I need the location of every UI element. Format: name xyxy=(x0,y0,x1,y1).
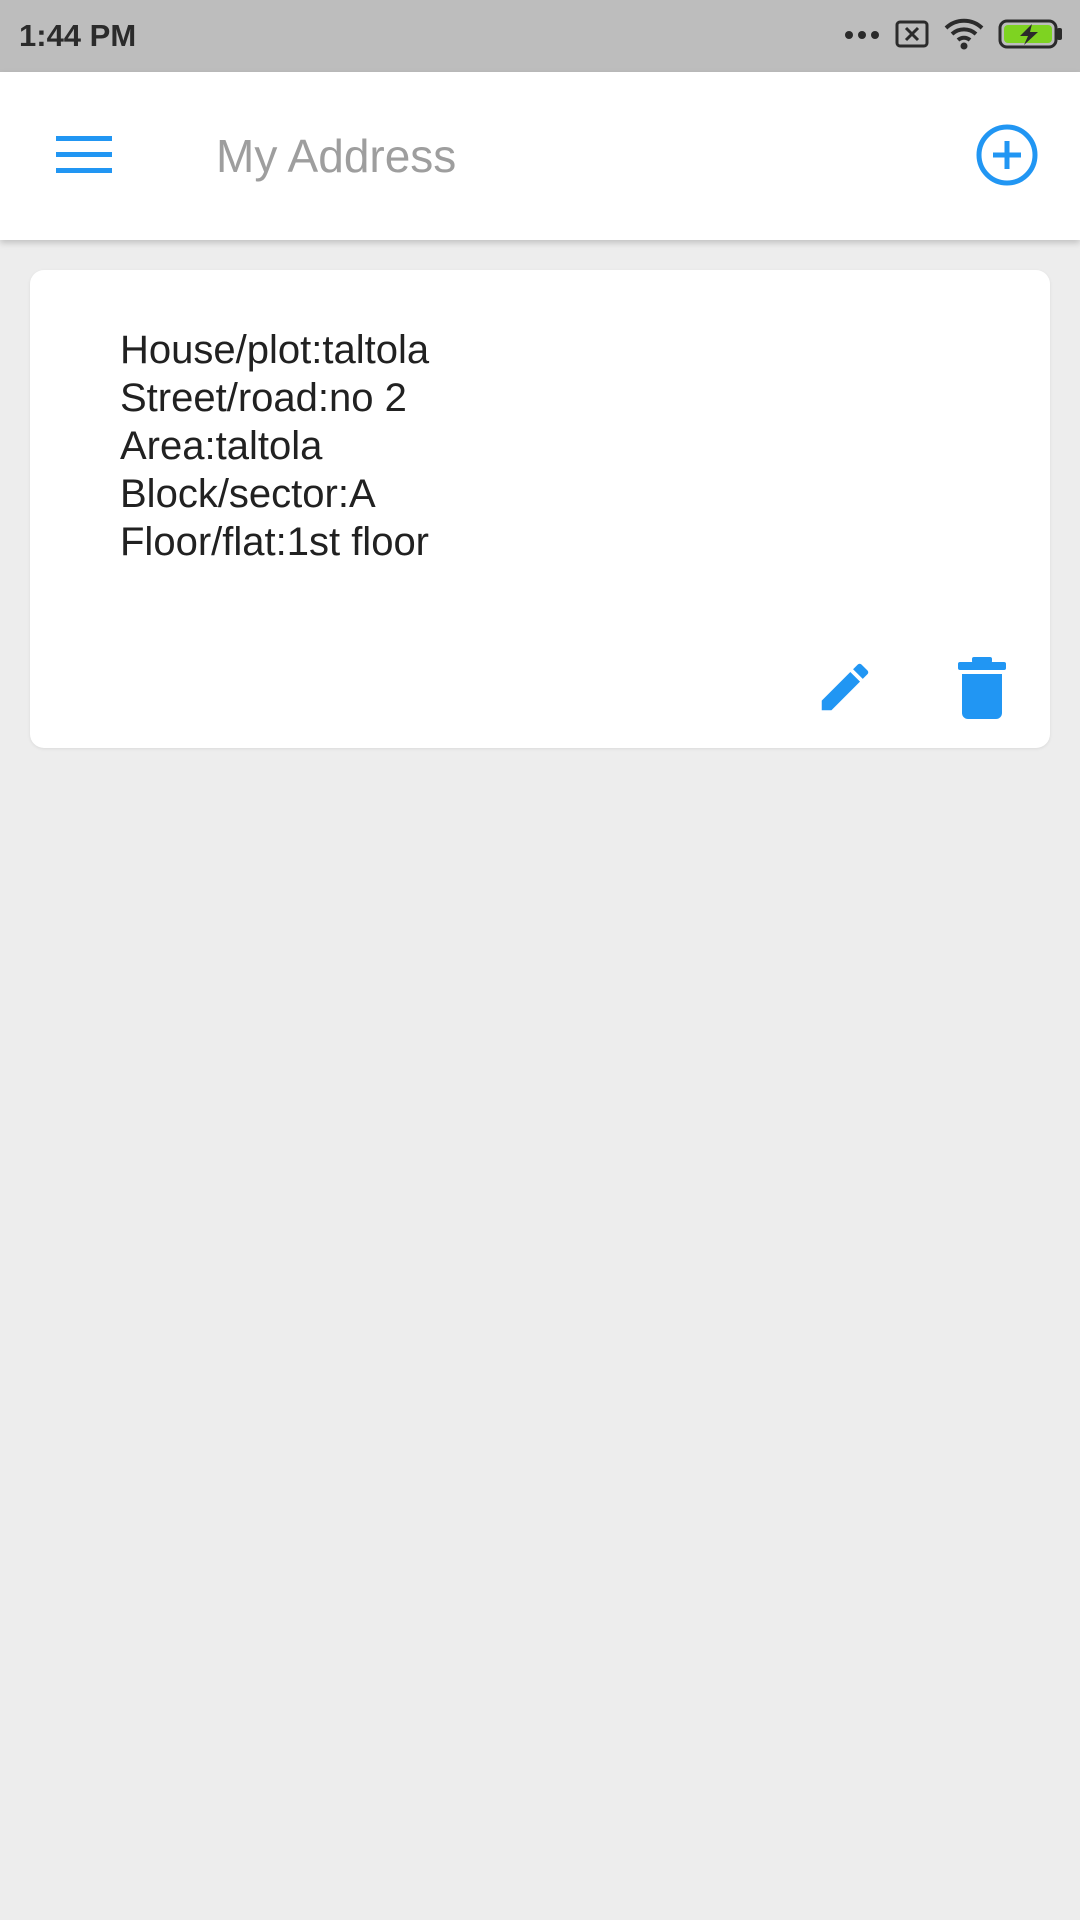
address-details: House/plot:taltola Street/road:no 2 Area… xyxy=(120,326,429,566)
battery-charging-icon xyxy=(998,18,1064,55)
page-title: My Address xyxy=(216,130,457,182)
address-card: House/plot:taltola Street/road:no 2 Area… xyxy=(30,270,1050,748)
hamburger-menu-icon xyxy=(56,134,112,179)
trash-icon xyxy=(958,656,1006,724)
status-icons xyxy=(844,0,1064,72)
pencil-icon xyxy=(814,656,876,723)
delete-address-button[interactable] xyxy=(950,654,1014,726)
address-area: Area:taltola xyxy=(120,424,323,468)
status-time: 1:44 PM xyxy=(19,18,137,53)
add-address-button[interactable] xyxy=(968,118,1046,196)
address-street-road: Street/road:no 2 xyxy=(120,376,407,420)
address-floor-flat: Floor/flat:1st floor xyxy=(120,520,430,564)
app-bar xyxy=(0,72,1080,240)
address-house-plot: House/plot:taltola xyxy=(120,328,430,372)
menu-button[interactable] xyxy=(40,114,128,198)
status-bar: 1:44 PM xyxy=(0,0,1080,72)
add-circle-icon xyxy=(975,123,1039,192)
address-block-sector: Block/sector:A xyxy=(120,472,376,516)
more-dots-icon xyxy=(844,27,880,45)
edit-address-button[interactable] xyxy=(810,654,880,724)
no-sim-icon xyxy=(894,19,930,54)
wifi-icon xyxy=(944,18,984,55)
